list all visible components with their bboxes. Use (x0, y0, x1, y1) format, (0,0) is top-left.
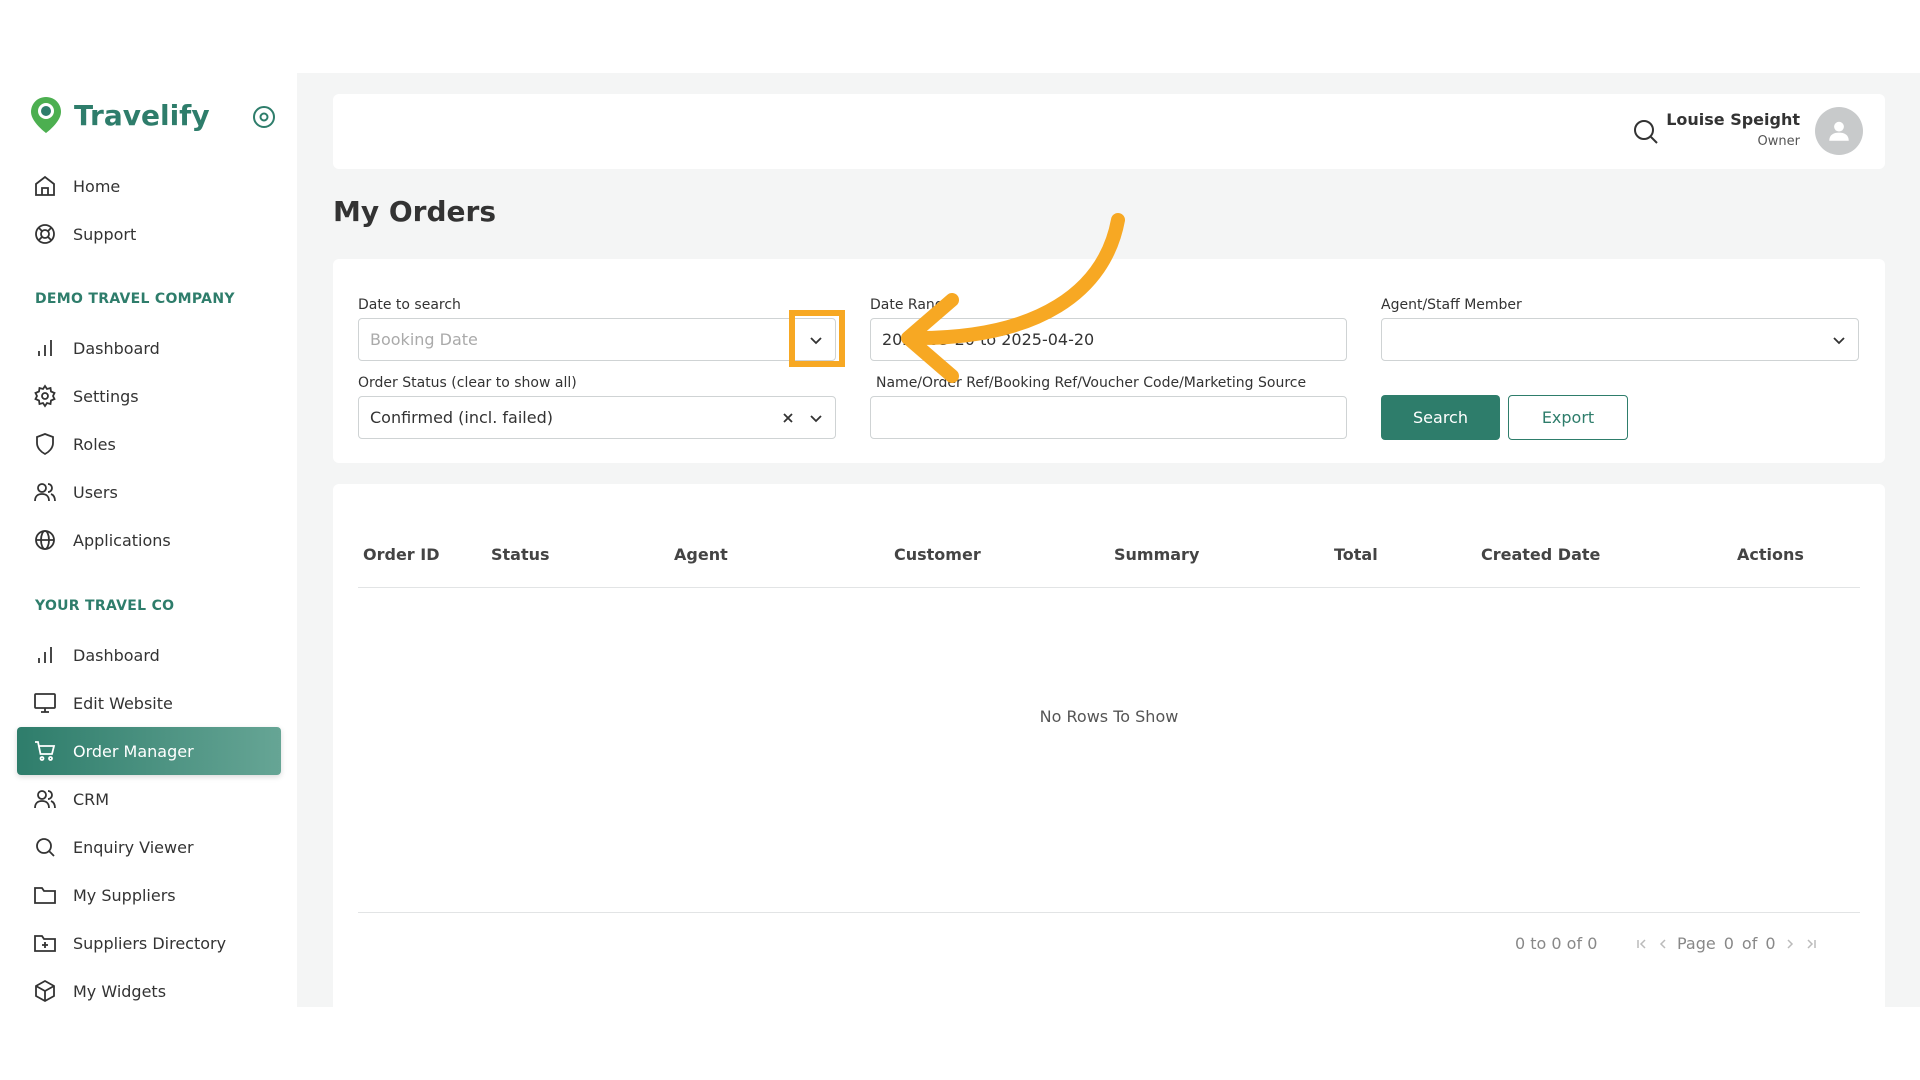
cart-icon (35, 741, 56, 761)
folder-icon (34, 887, 56, 904)
column-header-actions[interactable]: Actions (1737, 545, 1804, 564)
page-label: Page (1677, 934, 1716, 953)
sidebar-item-label: Settings (73, 386, 139, 406)
name-ref-input[interactable] (870, 396, 1347, 439)
sidebar-item-label: Users (73, 482, 118, 502)
sidebar-item-label: Suppliers Directory (73, 933, 227, 953)
footer-divider (358, 912, 1860, 913)
avatar[interactable] (1815, 107, 1863, 155)
search-button[interactable]: Search (1381, 395, 1500, 440)
page-current: 0 (1723, 934, 1734, 953)
next-page-icon[interactable] (1784, 937, 1796, 951)
top-bar: Louise Speight Owner (333, 94, 1885, 169)
chevron-down-icon[interactable] (1830, 331, 1848, 349)
sidebar-item-suppliers-directory[interactable]: Suppliers Directory (17, 919, 281, 967)
column-header-created-date[interactable]: Created Date (1481, 545, 1600, 564)
sidebar-item-dashboard[interactable]: Dashboard (17, 631, 281, 679)
page-of-label: of (1741, 934, 1758, 953)
user-icon (1829, 121, 1849, 141)
orders-table: Order ID Status Agent Customer Summary T… (333, 484, 1885, 1007)
home-icon (35, 175, 55, 196)
pagination-range: 0 to 0 of 0 (1515, 934, 1598, 953)
search-icon (36, 838, 55, 857)
collapse-sidebar-icon[interactable] (252, 105, 276, 129)
sidebar-item-label: Support (73, 224, 137, 244)
sidebar-item-roles[interactable]: Roles (17, 420, 281, 468)
clear-icon[interactable] (779, 409, 797, 427)
sidebar: Travelify Home Support DEMO TRAVEL COMPA… (0, 73, 297, 1007)
gear-icon (34, 384, 56, 408)
user-role: Owner (1757, 134, 1800, 149)
users-icon (34, 790, 56, 809)
sidebar-item-crm[interactable]: CRM (17, 775, 281, 823)
column-header-total[interactable]: Total (1334, 545, 1378, 564)
column-header-order-id[interactable]: Order ID (363, 545, 440, 564)
column-header-status[interactable]: Status (491, 545, 550, 564)
date-to-search-label: Date to search (358, 297, 461, 313)
column-header-customer[interactable]: Customer (894, 545, 981, 564)
sidebar-item-dashboard[interactable]: Dashboard (17, 324, 281, 372)
first-page-icon[interactable] (1635, 937, 1649, 951)
order-status-label: Order Status (clear to show all) (358, 375, 577, 391)
sidebar-item-label: Home (73, 176, 121, 196)
user-name[interactable]: Louise Speight (1666, 110, 1800, 129)
sidebar-item-home[interactable]: Home (17, 162, 281, 210)
pagination-controls: Page 0 of 0 (1635, 934, 1818, 953)
search-icon[interactable] (1632, 118, 1660, 146)
sidebar-item-label: Dashboard (73, 338, 160, 358)
app-logo[interactable]: Travelify (28, 95, 210, 135)
shield-icon (36, 433, 54, 456)
sidebar-item-label: Edit Website (73, 693, 173, 713)
sidebar-section-title: YOUR TRAVEL CO (35, 598, 175, 614)
sidebar-item-label: My Widgets (73, 981, 167, 1001)
sidebar-item-edit-website[interactable]: Edit Website (17, 679, 281, 727)
sidebar-item-label: Applications (73, 530, 171, 550)
last-page-icon[interactable] (1804, 937, 1818, 951)
sidebar-item-label: CRM (73, 789, 110, 809)
agent-label: Agent/Staff Member (1381, 297, 1522, 313)
annotation-arrow-icon (901, 213, 1125, 383)
logo-pin-icon (31, 97, 61, 133)
date-to-search-placeholder: Booking Date (370, 330, 478, 349)
sidebar-item-users[interactable]: Users (17, 468, 281, 516)
sidebar-item-applications[interactable]: Applications (17, 516, 281, 564)
agent-select[interactable] (1381, 318, 1859, 361)
sidebar-item-label: Dashboard (73, 645, 160, 665)
sidebar-section-title: DEMO TRAVEL COMPANY (35, 291, 235, 307)
page-title: My Orders (333, 195, 496, 228)
sidebar-item-order-manager[interactable]: Order Manager (17, 727, 281, 775)
order-status-value: Confirmed (incl. failed) (370, 408, 553, 427)
sidebar-item-my-widgets[interactable]: My Widgets (17, 967, 281, 1015)
page-total: 0 (1765, 934, 1776, 953)
globe-icon (35, 530, 55, 550)
sidebar-item-label: Enquiry Viewer (73, 837, 194, 857)
chevron-down-icon[interactable] (807, 409, 825, 427)
monitor-icon (34, 693, 56, 713)
empty-message: No Rows To Show (1039, 707, 1179, 726)
column-header-summary[interactable]: Summary (1114, 545, 1199, 564)
column-header-agent[interactable]: Agent (674, 545, 728, 564)
sidebar-item-my-suppliers[interactable]: My Suppliers (17, 871, 281, 919)
lifebuoy-icon (35, 224, 55, 244)
sidebar-item-label: Order Manager (73, 741, 194, 761)
order-status-select[interactable]: Confirmed (incl. failed) (358, 396, 836, 439)
folder-plus-icon (34, 935, 56, 952)
sidebar-item-enquiry-viewer[interactable]: Enquiry Viewer (17, 823, 281, 871)
sidebar-item-label: Roles (73, 434, 116, 454)
sidebar-item-support[interactable]: Support (17, 210, 281, 258)
cube-icon (35, 979, 55, 1003)
app-name: Travelify (74, 98, 210, 132)
sidebar-item-settings[interactable]: Settings (17, 372, 281, 420)
highlight-box (789, 310, 845, 367)
bar-chart-icon (38, 340, 52, 356)
export-button[interactable]: Export (1508, 395, 1628, 440)
header-divider (358, 587, 1860, 588)
previous-page-icon[interactable] (1657, 937, 1669, 951)
bar-chart-icon (38, 647, 52, 663)
users-icon (34, 483, 56, 502)
sidebar-item-label: My Suppliers (73, 885, 176, 905)
date-to-search-select[interactable]: Booking Date (358, 318, 836, 361)
